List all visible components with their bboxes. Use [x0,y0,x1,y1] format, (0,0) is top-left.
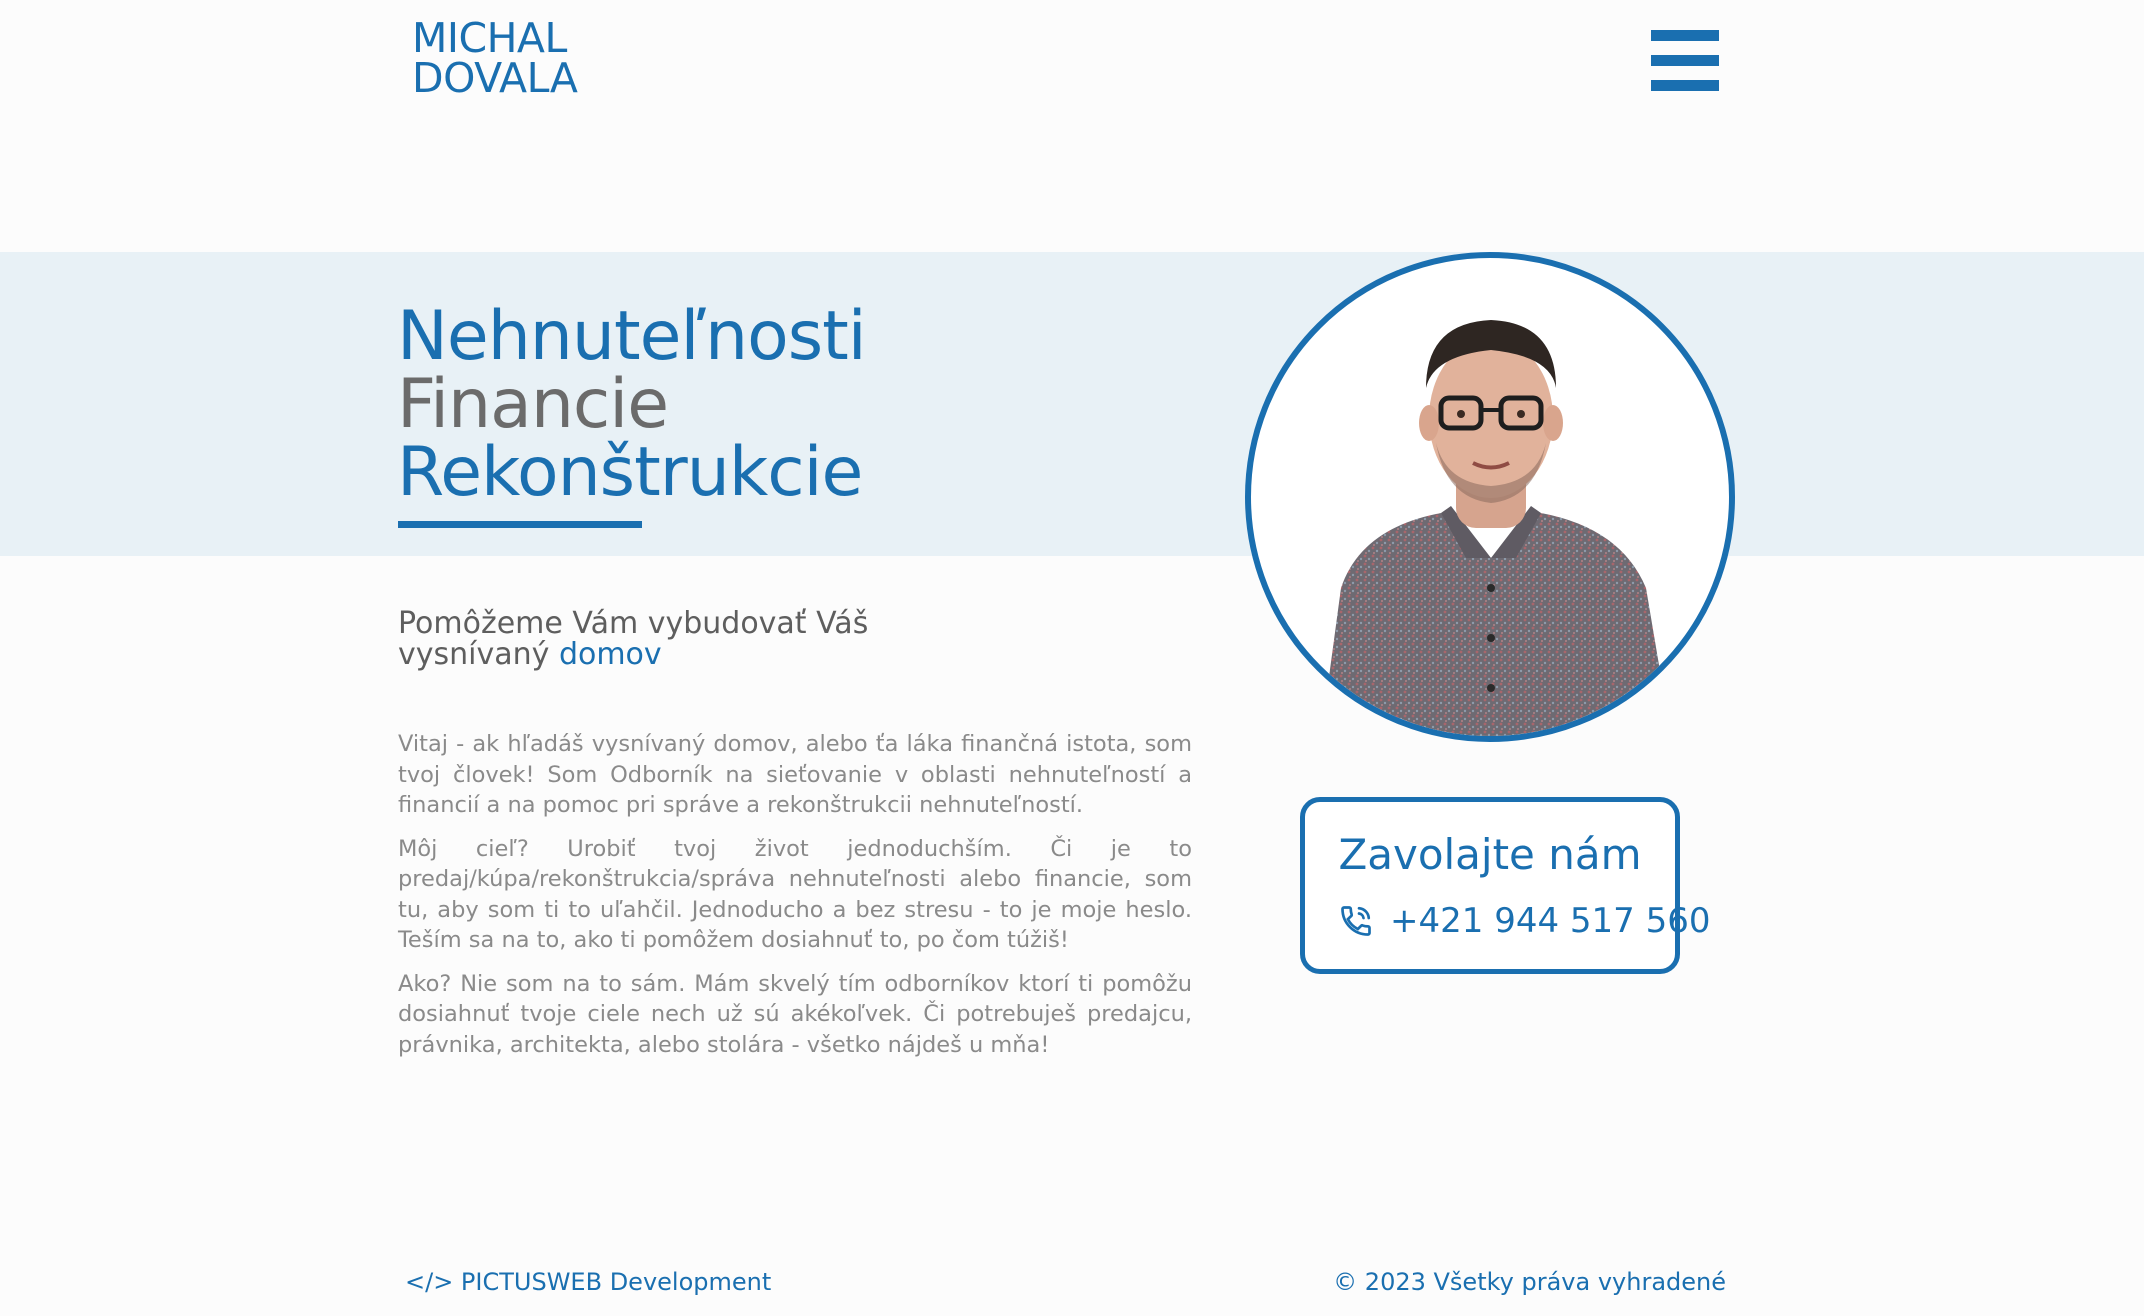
hero-titles: Nehnuteľnosti Financie Rekonštrukcie [397,297,867,512]
hero-title-renovation: Rekonštrukcie [397,433,863,512]
call-us-button[interactable]: Zavolajte nám +421 944 517 560 [1300,797,1711,974]
hero-underline [398,521,642,528]
intro-text: Vitaj - ak hľadáš vysnívaný domov, alebo… [398,729,1192,1073]
logo-line-2: DOVALA [412,54,578,102]
intro-paragraph: Vitaj - ak hľadáš vysnívaný domov, alebo… [398,731,1192,818]
logo-line-1: MICHAL [412,14,567,62]
hero-title-finance: Financie [397,365,669,444]
intro-paragraph: Môj cieľ? Urobiť tvoj život jednoduchším… [398,835,1192,954]
call-label: Zavolajte nám [1338,830,1642,879]
subheading-text: vysnívaný [398,637,559,672]
hero-title-real-estate: Nehnuteľnosti [397,297,867,376]
subheading-accent: domov [558,637,662,672]
phone-number: +421 944 517 560 [1390,901,1711,941]
hamburger-menu-icon[interactable] [1651,30,1719,91]
copyright-text: © 2023 Všetky práva vyhradené [1333,1268,1726,1296]
intro-subheading: Pomôžeme Vám vybudovať Váš vysnívaný dom… [398,608,868,670]
site-logo[interactable]: MICHAL DOVALA [412,14,578,102]
subheading-line-2: vysnívaný domov [398,639,868,670]
hero-band [0,252,2144,556]
intro-paragraph: Ako? Nie som na to sám. Mám skvelý tím o… [398,970,1192,1058]
portrait-photo [1245,252,1735,742]
person-illustration [1321,320,1671,736]
developer-credit-link[interactable]: </> PICTUSWEB Development [405,1267,771,1297]
phone-link[interactable]: +421 944 517 560 [1338,901,1711,941]
subheading-line-1: Pomôžeme Vám vybudovať Váš [398,606,869,641]
phone-icon [1341,906,1371,936]
